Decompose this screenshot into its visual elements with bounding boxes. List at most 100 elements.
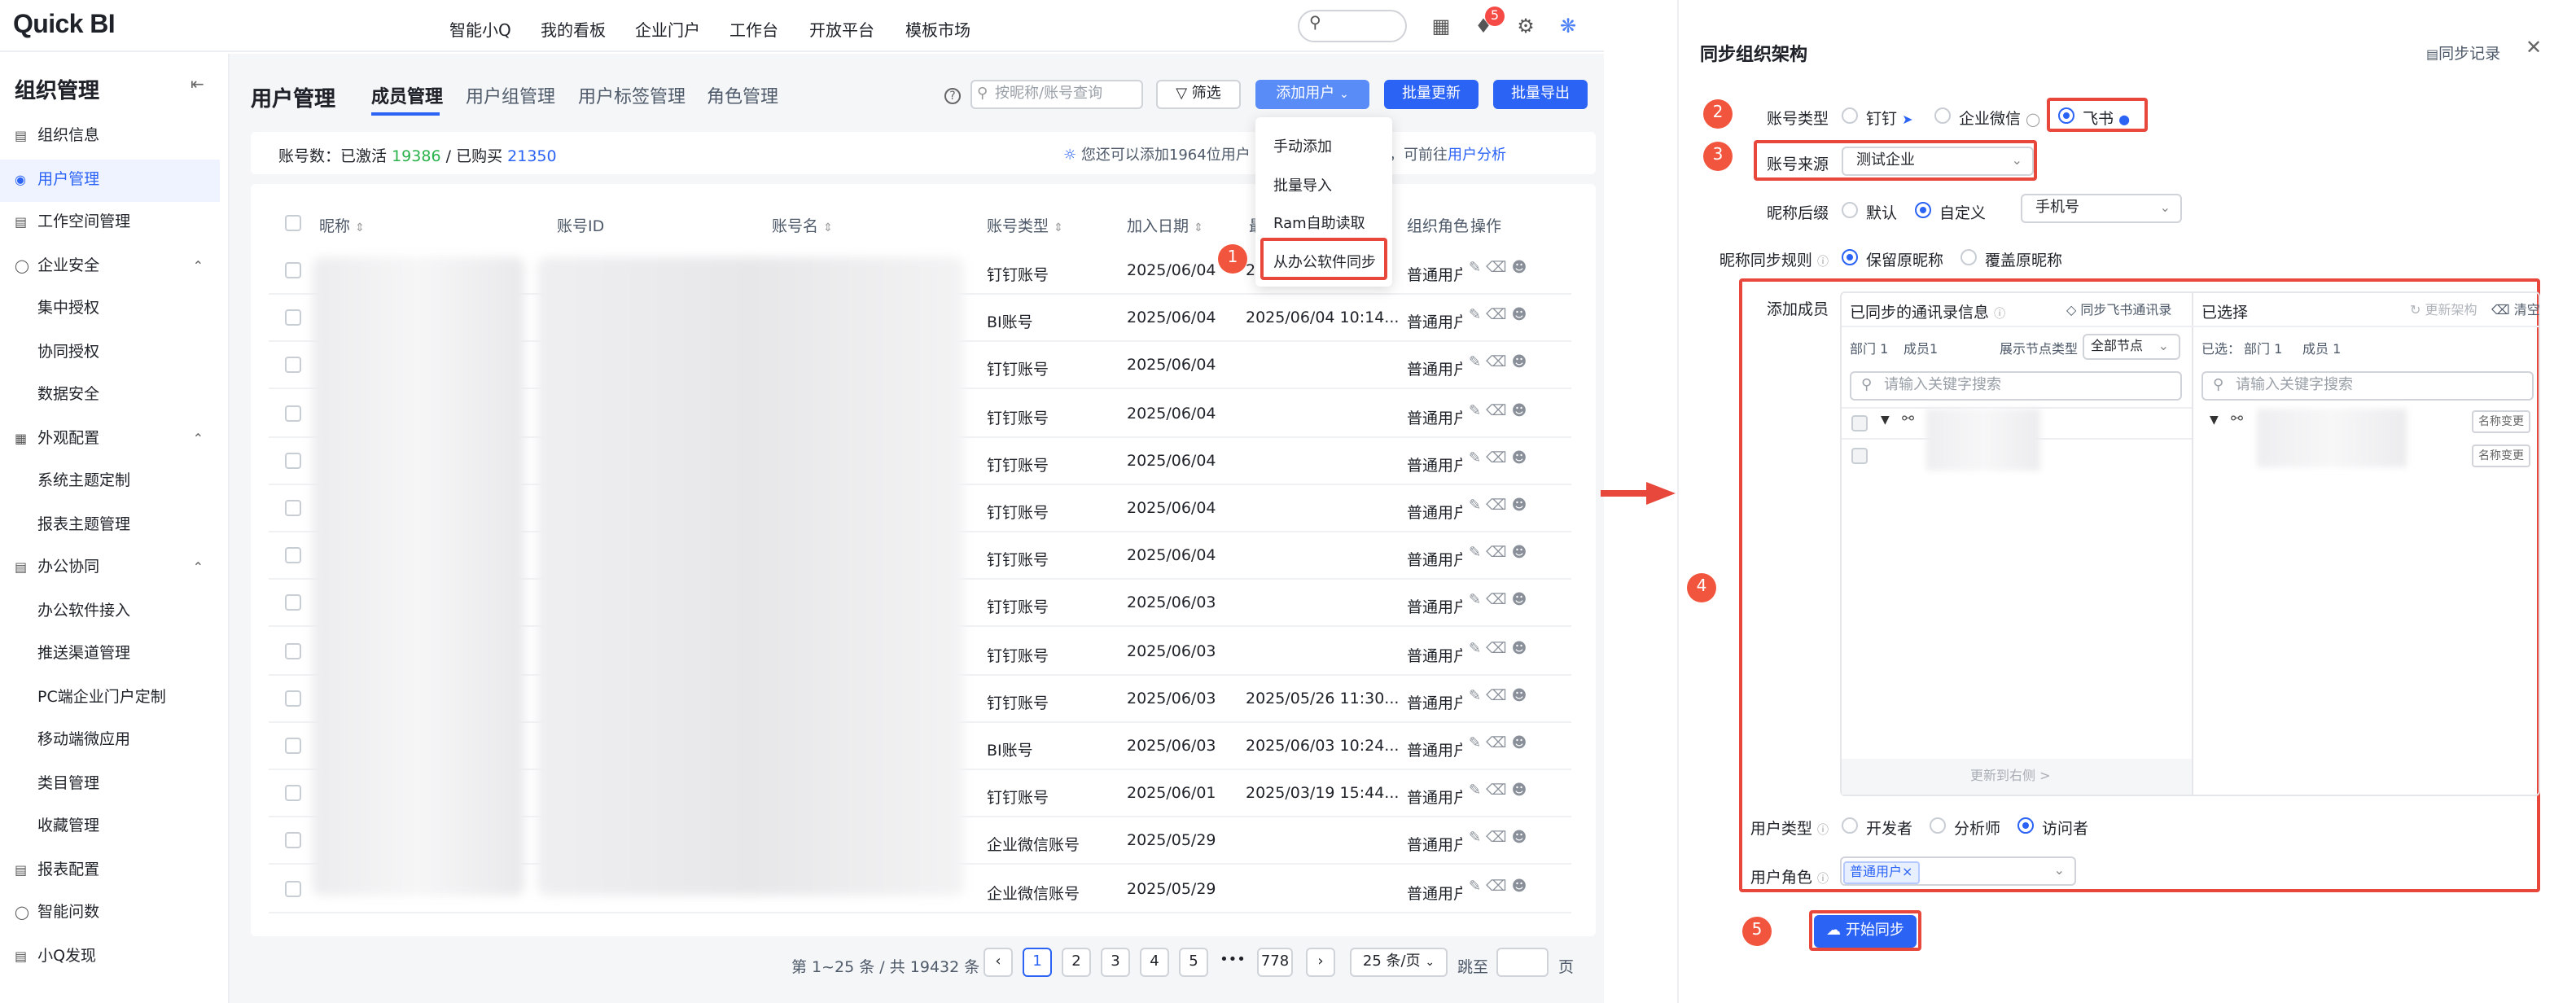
column-header[interactable]: 加入日期 ⇕ [1127,213,1203,236]
page-size-select[interactable]: 25 条/页 ⌄ [1350,948,1448,977]
user-analysis-link[interactable]: 用户分析 [1448,148,1506,164]
update-structure-link[interactable]: ↻ 更新架构 [2410,301,2477,319]
sidebar-item[interactable]: 办公软件接入 [0,590,220,633]
user-icon[interactable]: ☻ [1512,356,1532,372]
left-search-input[interactable]: ⚲ 请输入关键字搜索 [1850,371,2182,401]
edit-icon[interactable]: ✎ [1469,641,1486,657]
user-icon[interactable]: ☻ [1512,783,1532,799]
prev-page-button[interactable]: ‹ [984,948,1013,977]
sidebar-item[interactable]: 协同授权 [0,331,220,374]
user-icon[interactable]: ☻ [1512,736,1532,752]
select-all-checkbox[interactable] [285,215,301,231]
delete-icon[interactable]: ⌫ [1486,689,1511,705]
caret-down-icon[interactable]: ▼ [2210,414,2219,427]
column-header[interactable]: 昵称 ⇕ [319,213,365,236]
column-header[interactable]: 账号名 ⇕ [772,213,833,236]
start-sync-button[interactable]: ☁ 开始同步 [1814,915,1917,948]
collapse-icon[interactable]: ⇤ [191,77,204,94]
delete-icon[interactable]: ⌫ [1486,403,1511,419]
delete-icon[interactable]: ⌫ [1486,831,1511,848]
user-icon[interactable]: ☻ [1512,689,1532,705]
node-type-select[interactable]: 全部节点 ⌄ [2083,334,2180,360]
delete-icon[interactable]: ⌫ [1486,878,1511,895]
quick-bi-logo[interactable]: Quick BI [13,11,116,41]
sidebar-item[interactable]: 系统主题定制 [0,461,220,503]
nav-item[interactable]: 开放平台 [809,16,874,41]
nav-item[interactable]: 模板市场 [905,16,970,41]
edit-icon[interactable]: ✎ [1469,831,1486,848]
nav-item[interactable]: 企业门户 [635,16,700,41]
user-icon[interactable]: ☻ [1512,498,1532,515]
global-search[interactable]: ⚲ [1298,10,1407,42]
right-search-input[interactable]: ⚲ 请输入关键字搜索 [2201,371,2534,401]
user-icon[interactable]: ☻ [1512,878,1532,895]
menu-item-batch-import[interactable]: 批量导入 [1273,174,1332,195]
radio-wecom[interactable] [1934,107,1951,124]
update-to-right-button[interactable]: 更新到右侧 > [1970,767,2051,785]
delete-icon[interactable]: ⌫ [1486,783,1511,799]
batch-export-button[interactable]: 批量导出 [1493,80,1588,109]
radio-analyst[interactable] [1930,817,1946,834]
edit-icon[interactable]: ✎ [1469,878,1486,895]
sync-record-link[interactable]: ▤同步记录 [2426,41,2500,64]
row-checkbox[interactable] [285,880,301,897]
edit-icon[interactable]: ✎ [1469,593,1486,610]
edit-icon[interactable]: ✎ [1469,498,1486,515]
row-checkbox[interactable] [285,642,301,659]
row-checkbox[interactable] [285,262,301,278]
sidebar-item[interactable]: 收藏管理 [0,806,220,848]
page-button[interactable]: 3 [1101,948,1130,977]
nav-item[interactable]: 我的看板 [541,16,606,41]
user-icon[interactable]: ☻ [1512,451,1532,467]
chevron-up-icon[interactable]: ⌃ [193,547,204,589]
page-button[interactable]: 2 [1062,948,1091,977]
row-checkbox[interactable] [285,452,301,469]
close-icon[interactable]: ✕ [2526,36,2542,59]
page-button[interactable]: 5 [1179,948,1208,977]
sidebar-item[interactable]: 类目管理 [0,763,220,805]
sidebar-item[interactable]: ▤ 组织信息 [0,116,220,158]
radio-visitor[interactable] [2017,817,2034,834]
filter-button[interactable]: ▽ 筛选 [1156,80,1241,109]
delete-icon[interactable]: ⌫ [1486,308,1511,324]
edit-icon[interactable]: ✎ [1469,689,1486,705]
tab-user-tags[interactable]: 用户标签管理 [578,83,686,109]
user-icon[interactable]: ☻ [1512,593,1532,610]
row-checkbox[interactable] [285,547,301,564]
radio-keep-nickname[interactable] [1842,249,1858,265]
grid-icon[interactable]: ▦ [1430,15,1452,37]
row-checkbox[interactable] [285,738,301,754]
suffix-field-select[interactable]: 手机号 ⌄ [2021,194,2182,223]
help-icon[interactable]: ? [944,88,961,104]
delete-icon[interactable]: ⌫ [1486,545,1511,562]
clear-link[interactable]: ⌫ 清空 [2491,301,2540,319]
edit-icon[interactable]: ✎ [1469,783,1486,799]
tab-user-groups[interactable]: 用户组管理 [466,83,555,109]
edit-icon[interactable]: ✎ [1469,545,1486,562]
delete-icon[interactable]: ⌫ [1486,261,1511,277]
edit-icon[interactable]: ✎ [1469,308,1486,324]
edit-icon[interactable]: ✎ [1469,403,1486,419]
radio-suffix-custom[interactable] [1915,202,1931,218]
sidebar-item[interactable]: ▤ 报表配置 [0,849,220,891]
jump-input[interactable] [1496,948,1549,977]
delete-icon[interactable]: ⌫ [1486,356,1511,372]
row-checkbox[interactable] [285,690,301,707]
row-checkbox[interactable] [285,309,301,326]
sidebar-item[interactable]: 移动端微应用 [0,720,220,762]
edit-icon[interactable]: ✎ [1469,736,1486,752]
next-page-button[interactable]: › [1306,948,1335,977]
member-search-input[interactable]: ⚲ 按昵称/账号查询 [970,80,1143,109]
tree-checkbox[interactable] [1851,448,1868,464]
radio-suffix-default[interactable] [1842,202,1858,218]
sidebar-item[interactable]: ▦ 外观配置 ⌃ [0,418,220,460]
role-tag[interactable]: 普通用户× [1843,861,1920,884]
gear-icon[interactable]: ⚙ [1514,15,1537,37]
edit-icon[interactable]: ✎ [1469,451,1486,467]
delete-icon[interactable]: ⌫ [1486,736,1511,752]
row-checkbox[interactable] [285,785,301,802]
sidebar-item[interactable]: 数据安全 [0,374,220,417]
delete-icon[interactable]: ⌫ [1486,451,1511,467]
row-checkbox[interactable] [285,594,301,611]
tree-checkbox[interactable] [1851,415,1868,431]
